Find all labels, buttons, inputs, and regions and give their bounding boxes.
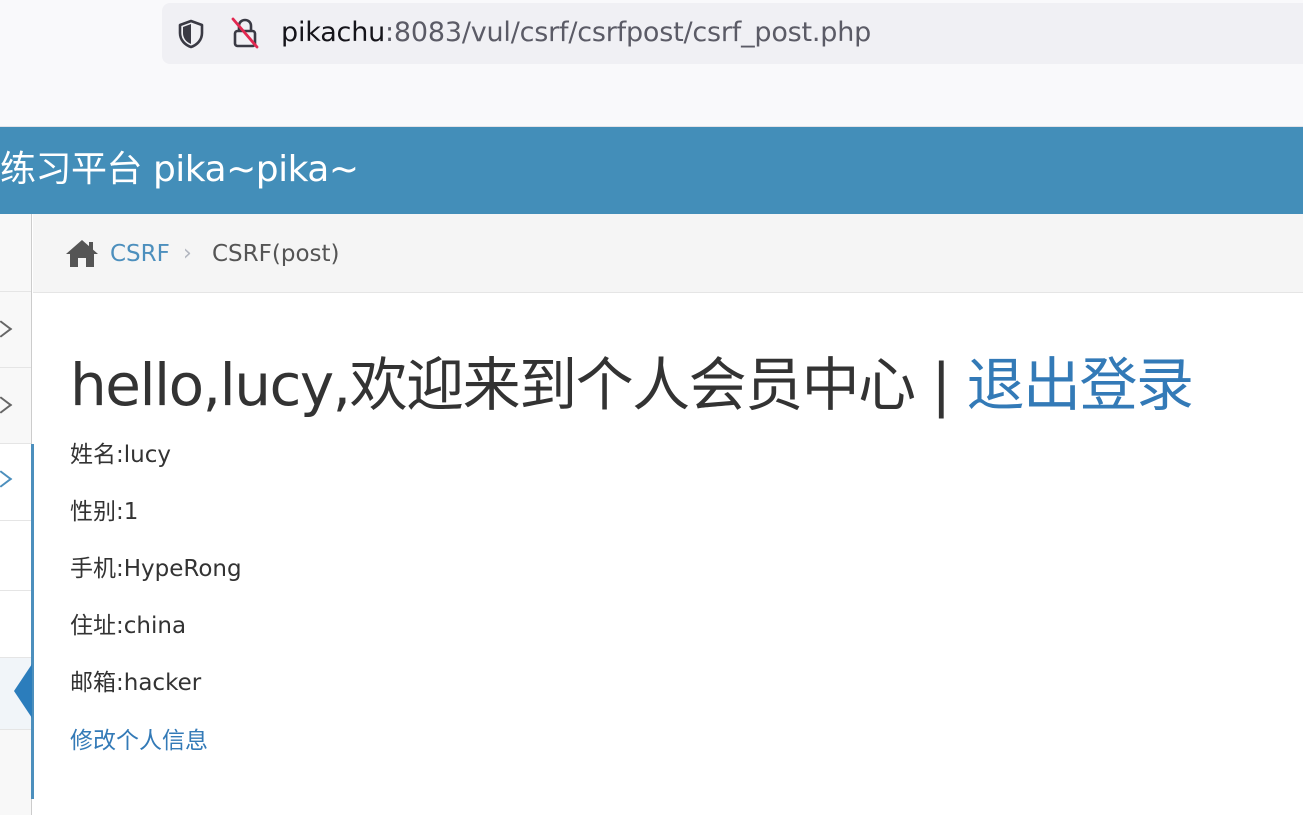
sidebar-subitem[interactable]: [0, 521, 31, 591]
welcome-heading: hello,lucy,欢迎来到个人会员中心 | 退出登录: [70, 345, 1195, 425]
browser-toolbar: pikachu:8083/vul/csrf/csrfpost/csrf_post…: [0, 0, 1303, 127]
insecure-lock-icon[interactable]: [230, 16, 260, 50]
chevron-icon: [0, 470, 13, 488]
field-value: hacker: [123, 670, 202, 696]
breadcrumb-separator: ›: [183, 241, 192, 266]
edit-profile-link[interactable]: 修改个人信息: [70, 726, 208, 756]
sidebar-active-indicator: [31, 444, 34, 799]
site-header: 练习平台 pika~pika~: [0, 127, 1303, 214]
sidebar-item[interactable]: [0, 292, 31, 368]
logout-link[interactable]: 退出登录: [967, 351, 1195, 419]
chevron-icon: [0, 320, 13, 338]
field-label: 手机:: [70, 556, 124, 582]
breadcrumb-link-csrf[interactable]: CSRF: [110, 238, 170, 270]
field-value: HypeRong: [123, 556, 242, 582]
field-label: 住址:: [70, 613, 124, 639]
field-value: lucy: [123, 442, 171, 468]
site-title[interactable]: 练习平台 pika~pika~: [0, 147, 359, 193]
sidebar-item-active[interactable]: [0, 444, 31, 521]
info-phone: 手机:HypeRong: [70, 554, 242, 584]
url-text[interactable]: pikachu:8083/vul/csrf/csrfpost/csrf_post…: [281, 15, 871, 51]
info-name: 姓名:lucy: [70, 440, 171, 470]
info-address: 住址:china: [70, 611, 186, 641]
field-label: 性别:: [70, 499, 124, 525]
info-gender: 性别:1: [70, 497, 138, 527]
info-email: 邮箱:hacker: [70, 668, 201, 698]
field-label: 姓名:: [70, 442, 124, 468]
home-icon: [66, 240, 98, 267]
shield-icon[interactable]: [176, 18, 206, 50]
welcome-text: hello,lucy,欢迎来到个人会员中心: [70, 351, 916, 419]
breadcrumb: CSRF › CSRF(post): [33, 214, 1303, 293]
field-value: 1: [123, 499, 139, 525]
sidebar-pointer-icon: [14, 664, 32, 718]
sidebar-item[interactable]: [0, 214, 31, 292]
heading-divider: |: [914, 351, 967, 419]
breadcrumb-current: CSRF(post): [212, 241, 340, 267]
sidebar-item[interactable]: [0, 368, 31, 444]
sidebar-subitem[interactable]: [0, 591, 31, 658]
field-label: 邮箱:: [70, 670, 124, 696]
sidebar: [0, 214, 32, 815]
chevron-icon: [0, 396, 13, 414]
field-value: china: [123, 613, 187, 639]
url-path: :8083/vul/csrf/csrfpost/csrf_post.php: [385, 17, 872, 48]
url-host: pikachu: [281, 17, 386, 48]
